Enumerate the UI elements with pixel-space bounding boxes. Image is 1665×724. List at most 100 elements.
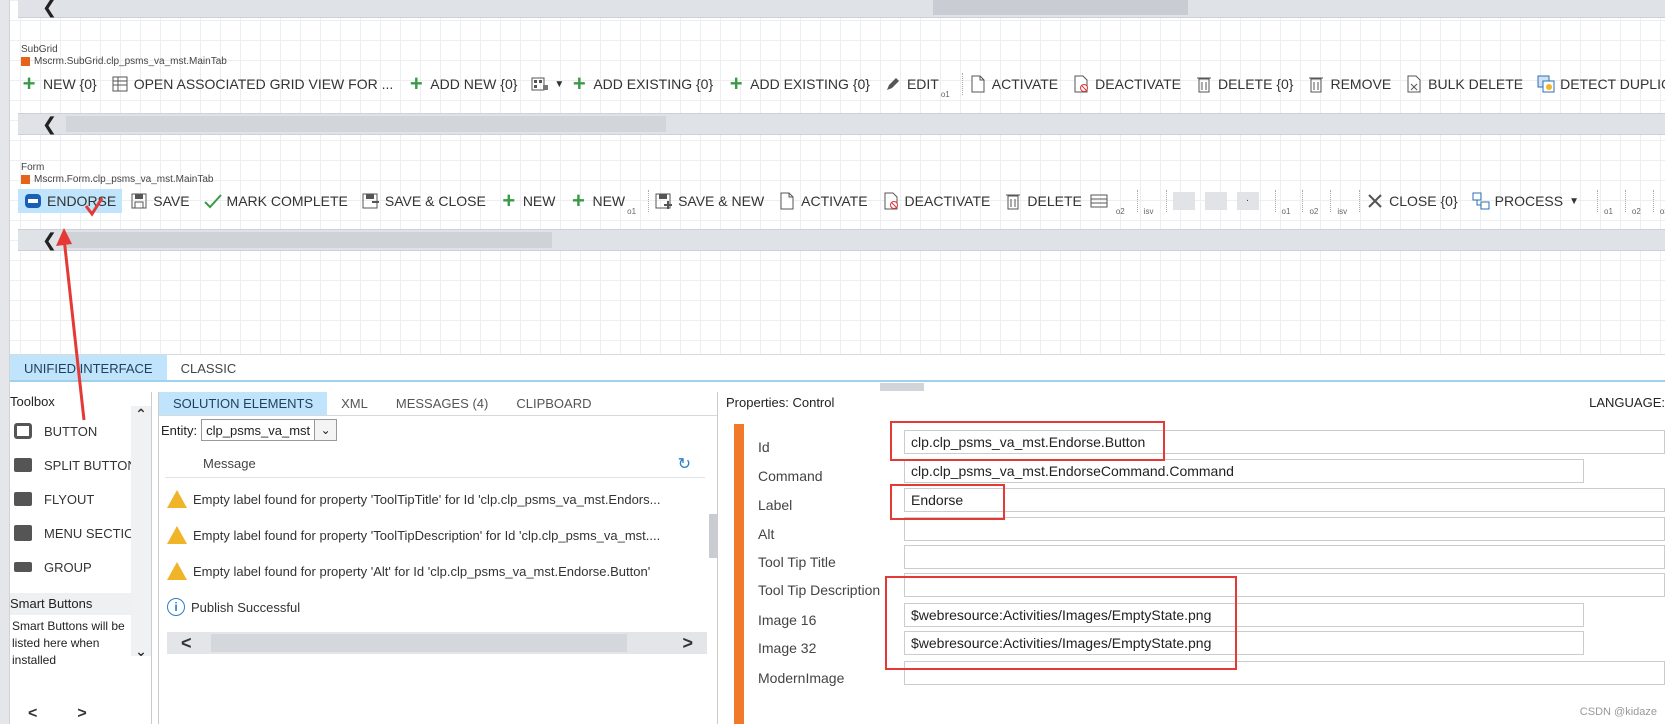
solution-vertical-scroll-thumb[interactable] <box>709 514 717 558</box>
message-row[interactable]: i Publish Successful <box>167 598 697 616</box>
form-tab-id-text: Mscrm.Form.clp_psms_va_mst.MainTab <box>34 174 214 185</box>
form-endorse-button[interactable]: ENDORSE <box>18 189 123 213</box>
prop-label: ModernImage <box>758 670 845 686</box>
placeholder-button[interactable] <box>1172 192 1195 210</box>
subgrid-add-existing-2-button[interactable]: + ADD EXISTING {0} <box>727 71 870 96</box>
form-save-new-button[interactable]: SAVE & NEW <box>655 192 764 210</box>
placeholder-button[interactable]: · <box>1236 192 1259 210</box>
tooltip-title-field[interactable] <box>904 545 1665 569</box>
tab-messages[interactable]: MESSAGES (4) <box>382 392 502 415</box>
scroll-thumb[interactable] <box>66 232 552 248</box>
chevron-down-icon[interactable]: ▼ <box>1569 196 1579 207</box>
plus-icon: + <box>502 188 516 213</box>
cmd-label: NEW <box>522 193 556 209</box>
subgrid-delete-button[interactable]: DELETE {0} <box>1195 75 1293 93</box>
scroll-left-icon[interactable]: < <box>181 633 192 654</box>
tab-xml[interactable]: XML <box>327 392 382 415</box>
chevron-up-icon[interactable]: ⌃ <box>131 406 151 423</box>
subgrid-add-new-button[interactable]: + ADD NEW {0} <box>407 73 518 95</box>
separator <box>1274 190 1276 212</box>
form-deactivate-button[interactable]: DEACTIVATE <box>882 192 990 210</box>
plus-icon: + <box>729 71 743 96</box>
toolbox-item-label: FLYOUT <box>44 491 95 507</box>
tab-unified-interface[interactable]: UNIFIED INTERFACE <box>10 355 167 380</box>
scroll-thumb[interactable] <box>66 116 666 132</box>
properties-form: Id clp.clp_psms_va_mst.Endorse.Button Co… <box>744 424 1665 724</box>
scroll-thumb[interactable] <box>211 634 627 652</box>
subgrid-activate-button[interactable]: ACTIVATE <box>969 75 1058 93</box>
toolbox-panel: Toolbox BUTTON SPLIT BUTTON FLYOUT MENU … <box>10 392 152 724</box>
scroll-left-icon[interactable]: ❮ <box>42 231 57 249</box>
subgrid-view-flyout-button[interactable]: ▼ <box>531 75 564 93</box>
entity-row: Entity: clp_psms_va_mst ⌄ <box>159 416 717 444</box>
form-new-2-button[interactable]: + NEW <box>569 190 625 212</box>
form-mark-complete-button[interactable]: MARK COMPLETE <box>203 192 348 210</box>
tooltip-description-field[interactable] <box>904 573 1665 597</box>
toolbox-item-menu-section[interactable]: MENU SECTION <box>10 516 151 550</box>
message-row[interactable]: Empty label found for property 'Alt' for… <box>167 562 697 580</box>
form-scrollbar[interactable]: ❮ <box>18 229 1665 251</box>
cmd-label: ADD EXISTING {0} <box>593 76 714 92</box>
scroll-left-icon[interactable]: ❮ <box>42 0 57 16</box>
mode-tabs: UNIFIED INTERFACE CLASSIC <box>10 354 1665 382</box>
subgrid-open-associated-button[interactable]: OPEN ASSOCIATED GRID VIEW FOR ... <box>111 75 393 93</box>
scroll-right-icon[interactable]: > <box>77 705 86 723</box>
separator <box>1359 190 1361 212</box>
tab-solution-elements[interactable]: SOLUTION ELEMENTS <box>159 392 328 415</box>
top-scrollbar[interactable]: ❮ <box>18 0 1665 18</box>
message-row[interactable]: Empty label found for property 'ToolTipT… <box>167 490 697 508</box>
solution-horizontal-scrollbar[interactable]: < > <box>167 632 707 654</box>
toolbox-item-group[interactable]: GROUP <box>10 550 151 584</box>
prop-label: Alt <box>758 526 775 542</box>
toolbox-item-button[interactable]: BUTTON <box>10 414 151 448</box>
tab-clipboard[interactable]: CLIPBOARD <box>502 392 605 415</box>
label-field[interactable]: Endorse <box>904 488 1665 512</box>
placeholder-button[interactable] <box>1204 192 1227 210</box>
toolbox-item-split-button[interactable]: SPLIT BUTTON <box>10 448 151 482</box>
tab-classic[interactable]: CLASSIC <box>167 355 251 380</box>
subgrid-remove-button[interactable]: REMOVE <box>1307 75 1391 93</box>
cmd-label: ADD NEW {0} <box>430 76 518 92</box>
chevron-down-icon[interactable]: ⌄ <box>131 643 151 660</box>
toolbox-bottom-scrollbar[interactable]: < > <box>10 704 152 724</box>
subgrid-deactivate-button[interactable]: DEACTIVATE <box>1072 75 1181 93</box>
form-command-bar: ENDORSE SAVE MARK COMPLETE SAVE & CLOSE … <box>18 186 1665 216</box>
subgrid-bulk-delete-button[interactable]: BULK DELETE <box>1405 75 1523 93</box>
scroll-thumb[interactable] <box>933 0 1188 15</box>
panel-splitter[interactable] <box>880 383 924 391</box>
form-save-close-button[interactable]: SAVE & CLOSE <box>362 192 486 210</box>
toolbox-scrollbar[interactable]: ⌃ ⌄ <box>131 406 151 659</box>
form-new-button[interactable]: + NEW <box>500 188 556 213</box>
form-close-button[interactable]: CLOSE {0} <box>1366 192 1458 210</box>
entity-select[interactable]: clp_psms_va_mst ⌄ <box>201 419 338 441</box>
scroll-right-icon[interactable]: > <box>682 633 693 654</box>
form-grid-button[interactable] <box>1090 192 1108 210</box>
plus-icon: + <box>572 71 586 96</box>
id-field[interactable]: clp.clp_psms_va_mst.Endorse.Button <box>904 430 1665 454</box>
entity-label: Entity: <box>161 422 198 438</box>
form-save-button[interactable]: SAVE <box>130 192 190 210</box>
scroll-left-icon[interactable]: ❮ <box>42 115 57 133</box>
image32-field[interactable]: $webresource:Activities/Images/EmptyStat… <box>904 631 1584 655</box>
image16-field[interactable]: $webresource:Activities/Images/EmptyStat… <box>904 603 1584 627</box>
chevron-down-icon[interactable]: ⌄ <box>314 420 337 440</box>
toolbox-item-flyout[interactable]: FLYOUT <box>10 482 151 516</box>
cmd-label: ENDORSE <box>47 193 117 209</box>
subgrid-new-button[interactable]: + NEW {0} <box>20 73 97 95</box>
message-row[interactable]: Empty label found for property 'ToolTipD… <box>167 526 697 544</box>
form-activate-button[interactable]: ACTIVATE <box>778 192 868 210</box>
refresh-icon[interactable]: ↻ <box>678 454 691 474</box>
checkmark-icon <box>203 192 222 210</box>
marker-o1: o1 <box>1604 207 1613 216</box>
alt-field[interactable] <box>904 517 1665 541</box>
subgrid-detect-duplicates-button[interactable]: DETECT DUPLICATES <box>1537 75 1665 93</box>
form-delete-button[interactable]: DELETE <box>1004 192 1082 210</box>
subgrid-edit-button[interactable]: EDIT <box>884 75 939 93</box>
command-field[interactable]: clp.clp_psms_va_mst.EndorseCommand.Comma… <box>904 459 1584 483</box>
subgrid-scrollbar[interactable]: ❮ <box>18 113 1665 135</box>
modern-image-field[interactable] <box>904 661 1665 685</box>
process-icon <box>1472 192 1490 210</box>
subgrid-add-existing-button[interactable]: + ADD EXISTING {0} <box>570 71 714 96</box>
scroll-left-icon[interactable]: < <box>28 705 37 723</box>
form-process-button[interactable]: PROCESS <box>1472 192 1563 210</box>
